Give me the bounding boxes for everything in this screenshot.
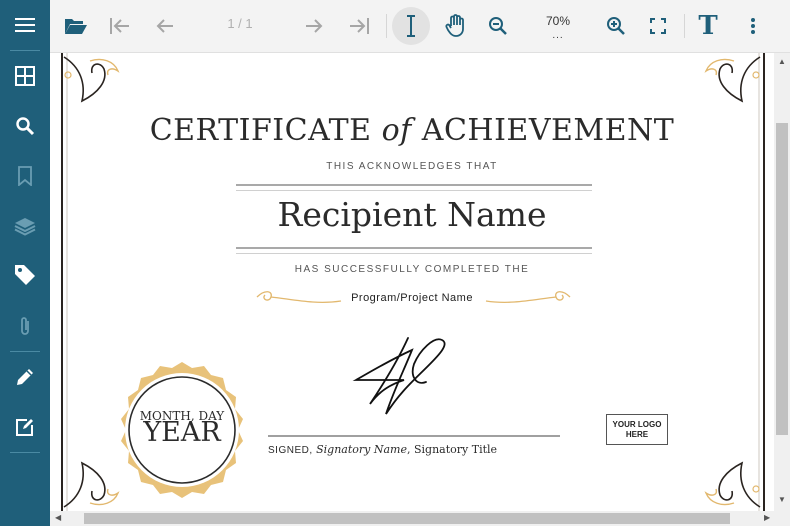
recipient-name: Recipient Name	[277, 195, 547, 234]
signed-label: SIGNED,	[268, 445, 313, 456]
corner-flourish-top-right	[704, 56, 761, 103]
page-indicator[interactable]: 1 / 1	[210, 16, 270, 31]
logo-placeholder: YOUR LOGO HERE	[606, 414, 668, 445]
zoom-level[interactable]: 70%	[533, 14, 583, 28]
logo-line-1: YOUR LOGO	[612, 419, 662, 429]
scroll-left-arrow-icon[interactable]: ◀	[55, 513, 61, 522]
menu-icon	[15, 18, 35, 32]
zoom-out-button[interactable]	[480, 6, 516, 46]
toolbar-divider	[386, 14, 387, 38]
acknowledges-text: THIS ACKNOWLEDGES THAT	[326, 161, 498, 172]
scroll-down-arrow-icon[interactable]: ▼	[778, 495, 786, 504]
previous-page-button[interactable]	[147, 6, 183, 46]
layers-icon	[14, 218, 36, 236]
title-word-certificate: CERTIFICATE	[149, 113, 372, 148]
edit-form-button[interactable]	[0, 407, 50, 447]
fullscreen-icon	[650, 18, 666, 34]
text-select-tool-button[interactable]	[392, 7, 430, 45]
completed-text: HAS SUCCESSFULLY COMPLETED THE	[294, 264, 530, 275]
annotate-button[interactable]	[0, 357, 50, 397]
text-cursor-icon	[407, 15, 415, 37]
search-icon	[16, 117, 35, 136]
last-page-icon	[350, 18, 369, 34]
pan-tool-button[interactable]	[438, 6, 474, 46]
signature-image	[352, 337, 446, 415]
horizontal-scrollbar[interactable]: ◀ ▶	[50, 511, 790, 526]
recipient-top-rule	[236, 184, 592, 191]
zoom-options[interactable]: ...	[533, 30, 583, 41]
scroll-up-arrow-icon[interactable]: ▲	[778, 57, 786, 66]
vertical-scroll-thumb[interactable]	[776, 123, 788, 435]
document-viewer[interactable]: CERTIFICATE of ACHIEVEMENT THIS ACKNOWLE…	[50, 53, 774, 511]
corner-flourish-top-left	[63, 56, 120, 103]
arrow-left-icon	[156, 19, 173, 33]
attachments-button[interactable]	[0, 306, 50, 346]
first-page-button[interactable]	[102, 6, 138, 46]
last-page-button[interactable]	[341, 6, 377, 46]
sidebar-divider	[10, 452, 40, 453]
arrow-right-icon	[306, 19, 323, 33]
title-word-of: of	[381, 113, 412, 148]
bookmarks-button[interactable]	[0, 156, 50, 196]
next-page-button[interactable]	[296, 6, 332, 46]
sidebar	[0, 0, 50, 526]
program-name: Program/Project Name	[351, 292, 473, 304]
signatory-text: SIGNED, Signatory Name, Signatory Title	[268, 443, 498, 456]
recipient-bottom-rule	[236, 247, 592, 254]
scroll-right-arrow-icon[interactable]: ▶	[764, 513, 770, 522]
bookmark-icon	[18, 166, 32, 186]
search-button[interactable]	[0, 106, 50, 146]
corner-flourish-bottom-right	[704, 461, 761, 508]
program-flourish-right	[485, 291, 571, 303]
edit-form-icon	[16, 419, 33, 436]
toolbar-divider	[684, 14, 685, 38]
thumbnails-button[interactable]	[0, 56, 50, 96]
zoom-out-icon	[489, 17, 507, 35]
certificate-title: CERTIFICATE of ACHIEVEMENT	[50, 113, 774, 148]
first-page-icon	[110, 18, 129, 34]
more-options-button[interactable]	[738, 6, 768, 46]
hand-icon	[445, 14, 464, 37]
open-file-button[interactable]	[58, 6, 94, 46]
layers-button[interactable]	[0, 206, 50, 246]
logo-line-2: HERE	[625, 429, 649, 439]
thumbnails-icon	[15, 66, 35, 86]
fullscreen-button[interactable]	[640, 6, 676, 46]
sidebar-divider	[10, 50, 40, 51]
tag-icon	[15, 265, 35, 285]
toolbar: 1 / 1 70% ... T	[50, 0, 790, 53]
folder-open-icon	[65, 19, 87, 34]
horizontal-scroll-thumb[interactable]	[84, 513, 730, 524]
text-tool-button[interactable]: T	[690, 6, 726, 46]
signatory-title: Signatory Title	[414, 443, 498, 456]
signature-line	[268, 435, 560, 437]
sidebar-divider	[10, 351, 40, 352]
title-word-achievement: ACHIEVEMENT	[421, 113, 675, 148]
zoom-in-icon	[607, 17, 625, 35]
pencil-icon	[17, 369, 33, 385]
more-vertical-icon	[751, 18, 755, 34]
menu-button[interactable]	[0, 5, 50, 45]
seal-year: YEAR	[143, 417, 221, 448]
paperclip-icon	[21, 317, 29, 335]
zoom-in-button[interactable]	[598, 6, 634, 46]
signatory-name: Signatory Name	[316, 443, 407, 456]
vertical-scrollbar[interactable]: ▲ ▼	[774, 53, 790, 511]
tags-button[interactable]	[0, 255, 50, 295]
